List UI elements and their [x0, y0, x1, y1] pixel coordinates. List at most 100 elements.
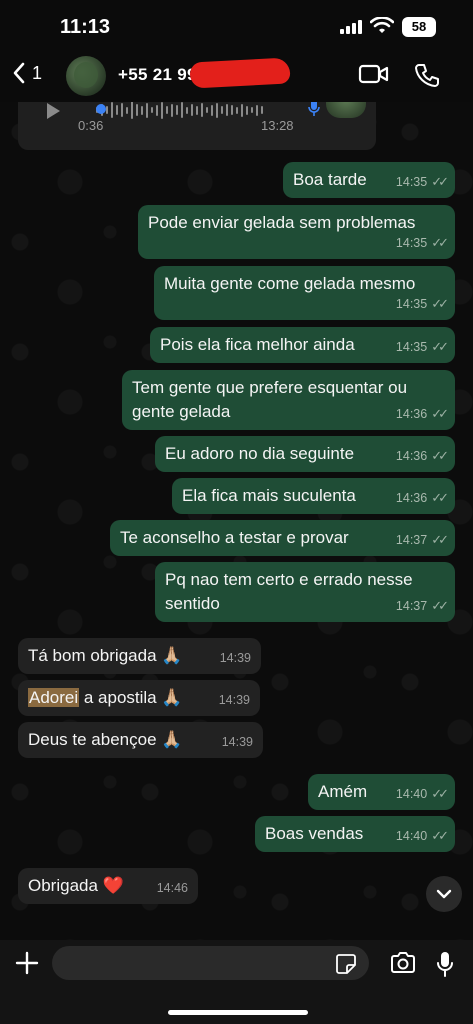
message-meta: 14:37 ✓✓	[395, 594, 449, 618]
message-text: Amém	[318, 782, 368, 801]
chat-header: 1 +55 21 99	[0, 52, 473, 102]
contact-avatar[interactable]	[66, 56, 106, 96]
message-meta: 14:35 ✓✓	[395, 170, 449, 194]
message-text-line: Tem gente que prefere esquentar ou	[132, 378, 408, 397]
battery-indicator: 58	[402, 17, 436, 37]
message-time: 14:37	[395, 599, 428, 613]
message-time: 14:40	[395, 829, 428, 843]
message-time: 14:37	[395, 533, 428, 547]
camera-icon[interactable]	[390, 952, 416, 974]
double-check-icon: ✓✓	[431, 296, 449, 311]
home-indicator	[168, 1010, 308, 1015]
message-text: Pois ela fica melhor ainda	[160, 335, 355, 354]
cellular-signal-icon	[340, 20, 362, 34]
voice-sender-avatar	[326, 102, 366, 118]
message-meta: 14:35 ✓✓	[395, 292, 449, 316]
mic-icon[interactable]	[436, 950, 454, 978]
message-time: 14:36	[395, 491, 428, 505]
message-meta: 14:46	[157, 876, 188, 900]
double-check-icon: ✓✓	[431, 598, 449, 613]
voice-message[interactable]: 0:36 13:28	[18, 102, 376, 150]
phone-icon[interactable]	[414, 62, 440, 88]
double-check-icon: ✓✓	[431, 174, 449, 189]
scroll-to-bottom-button[interactable]	[426, 876, 462, 912]
double-check-icon: ✓✓	[431, 406, 449, 421]
video-call-icon[interactable]	[358, 62, 390, 86]
back-button[interactable]: 1	[12, 62, 42, 84]
message-bubble[interactable]: Pq nao tem certo e errado nesse sentido …	[155, 562, 455, 622]
message-time: 14:36	[395, 449, 428, 463]
playback-position-dot[interactable]	[96, 104, 106, 114]
message-bubble[interactable]: Adorei a apostila 🙏🏼 14:39	[18, 680, 260, 716]
message-meta: 14:39	[220, 646, 251, 670]
message-time: 14:35	[395, 175, 428, 189]
status-bar: 11:13 58	[0, 0, 473, 52]
message-bubble[interactable]: Eu adoro no dia seguinte 14:36 ✓✓	[155, 436, 455, 472]
message-time: 14:35	[395, 236, 428, 250]
message-bubble[interactable]: Obrigada ❤️ 14:46	[18, 868, 198, 904]
message-text: a apostila 🙏🏼	[79, 688, 183, 707]
double-check-icon: ✓✓	[431, 786, 449, 801]
back-chevron-icon	[13, 62, 25, 84]
double-check-icon: ✓✓	[431, 235, 449, 250]
message-text: Pode enviar gelada sem problemas	[148, 213, 416, 232]
plus-icon[interactable]	[14, 950, 40, 976]
message-bubble[interactable]: Pois ela fica melhor ainda 14:35 ✓✓	[150, 327, 455, 363]
message-time: 14:36	[395, 407, 428, 421]
message-bubble[interactable]: Amém 14:40 ✓✓	[308, 774, 455, 810]
message-meta: 14:35 ✓✓	[395, 231, 449, 255]
voice-duration: 0:36	[78, 118, 104, 133]
message-text: Boas vendas	[265, 824, 364, 843]
message-time: 14:40	[395, 787, 428, 801]
double-check-icon: ✓✓	[431, 828, 449, 843]
chevron-down-icon	[436, 889, 452, 899]
message-text-line: Pq nao tem certo e errado nesse	[165, 570, 413, 589]
message-bubble[interactable]: Boa tarde 14:35 ✓✓	[283, 162, 455, 198]
clock: 11:13	[60, 16, 111, 38]
highlighted-text: Adorei	[28, 688, 80, 707]
message-text: Muita gente come gelada mesmo	[164, 274, 416, 293]
wifi-icon	[370, 17, 394, 33]
message-text: Ela fica mais suculenta	[182, 486, 356, 505]
message-bubble[interactable]: Te aconselho a testar e provar 14:37 ✓✓	[110, 520, 455, 556]
message-meta: 14:40 ✓✓	[395, 782, 449, 806]
message-input[interactable]	[52, 946, 369, 980]
message-bubble[interactable]: Muita gente come gelada mesmo 14:35 ✓✓	[154, 266, 455, 320]
voice-time: 13:28	[261, 118, 294, 133]
message-bubble[interactable]: Pode enviar gelada sem problemas 14:35 ✓✓	[138, 205, 455, 259]
double-check-icon: ✓✓	[431, 532, 449, 547]
message-meta: 14:35 ✓✓	[395, 335, 449, 359]
message-meta: 14:40 ✓✓	[395, 824, 449, 848]
message-bubble[interactable]: Tá bom obrigada 🙏🏼 14:39	[18, 638, 261, 674]
message-text: Deus te abençoe 🙏🏼	[28, 730, 183, 749]
message-text: Obrigada ❤️	[28, 876, 124, 895]
message-bubble[interactable]: Ela fica mais suculenta 14:36 ✓✓	[172, 478, 455, 514]
message-bubble[interactable]: Boas vendas 14:40 ✓✓	[255, 816, 455, 852]
message-time: 14:46	[156, 881, 188, 895]
message-list[interactable]: 0:36 13:28 Boa tarde 14:35 ✓✓ Pode enviar…	[0, 102, 473, 940]
redaction-mark	[189, 57, 291, 89]
message-bubble[interactable]: Deus te abençoe 🙏🏼 14:39	[18, 722, 263, 758]
contact-name[interactable]: +55 21 99	[118, 65, 197, 85]
sticker-icon[interactable]	[335, 953, 357, 975]
message-meta: 14:37 ✓✓	[395, 528, 449, 552]
message-bubble[interactable]: Tem gente que prefere esquentar ou gente…	[122, 370, 455, 430]
message-time: 14:39	[218, 693, 250, 707]
message-text: Tá bom obrigada 🙏🏼	[28, 646, 183, 665]
message-text: Eu adoro no dia seguinte	[165, 444, 355, 463]
message-meta: 14:36 ✓✓	[395, 444, 449, 468]
message-meta: 14:36 ✓✓	[395, 402, 449, 426]
double-check-icon: ✓✓	[431, 339, 449, 354]
unread-count: 1	[32, 62, 43, 83]
audio-waveform[interactable]	[96, 102, 263, 120]
message-time: 14:35	[395, 340, 428, 354]
message-meta: 14:39	[222, 730, 253, 754]
message-meta: 14:36 ✓✓	[395, 486, 449, 510]
composer-bar	[0, 940, 473, 1024]
message-time: 14:39	[219, 651, 251, 665]
message-text: Boa tarde	[293, 170, 367, 189]
message-time: 14:35	[395, 297, 428, 311]
double-check-icon: ✓✓	[431, 448, 449, 463]
mic-icon	[308, 102, 320, 116]
play-icon[interactable]	[44, 102, 62, 120]
